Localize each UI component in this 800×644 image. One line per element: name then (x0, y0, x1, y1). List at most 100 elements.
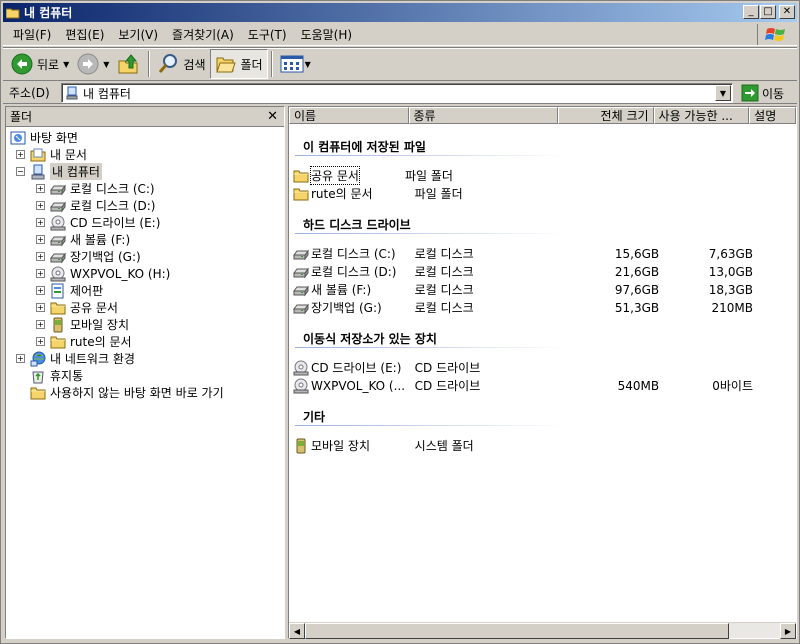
list-item[interactable]: 장기백업 (G:) 로컬 디스크 51,3GB 210MB (293, 299, 753, 316)
column-total-size[interactable]: 전체 크기 (557, 107, 654, 124)
tree-item[interactable]: WXPVOL_KO (H:) (50, 265, 170, 282)
expand-icon[interactable]: + (36, 218, 45, 227)
tree-item[interactable]: 내 컴퓨터 (30, 163, 102, 180)
menu-edit[interactable]: 편집(E) (58, 26, 111, 43)
expand-icon[interactable]: + (36, 252, 45, 261)
list-item[interactable]: WXPVOL_KO (... CD 드라이브 540MB 0바이트 (293, 377, 753, 394)
hard-drive-icon (50, 249, 66, 265)
expand-icon[interactable]: + (16, 150, 25, 159)
item-type: 시스템 폴더 (414, 439, 474, 453)
list-item[interactable]: rute의 문서 파일 폴더 (293, 185, 753, 202)
content-pane: 이름 종류 전체 크기 사용 가능한 ... 설명 이 컴퓨터에 저장된 파일공… (288, 106, 797, 639)
cd-drive-icon (50, 266, 66, 282)
expand-icon[interactable]: + (36, 235, 45, 244)
tree-item[interactable]: 내 네트워크 환경 (30, 350, 135, 367)
scroll-left-button[interactable]: ◀ (289, 623, 305, 639)
close-button[interactable]: ✕ (779, 5, 795, 19)
tree-item[interactable]: 사용하지 않는 바탕 화면 바로 가기 (30, 384, 224, 401)
list-item[interactable]: 로컬 디스크 (C:) 로컬 디스크 15,6GB 7,63GB (293, 245, 753, 262)
forward-button[interactable]: ▼ (73, 49, 113, 79)
menu-tools[interactable]: 도구(T) (241, 26, 294, 43)
item-type: 로컬 디스크 (414, 283, 474, 297)
expand-icon[interactable]: + (36, 303, 45, 312)
group-divider (295, 425, 565, 426)
folders-button[interactable]: 폴더 (209, 49, 268, 79)
scroll-right-button[interactable]: ▶ (780, 623, 796, 639)
list-item[interactable]: 새 볼륨 (F:) 로컬 디스크 97,6GB 18,3GB (293, 281, 753, 298)
list-item[interactable]: 로컬 디스크 (D:) 로컬 디스크 21,6GB 13,0GB (293, 263, 753, 280)
menu-file[interactable]: 파일(F) (3, 26, 58, 43)
tree-item[interactable]: CD 드라이브 (E:) (50, 214, 160, 231)
expand-icon[interactable]: + (36, 337, 45, 346)
item-total-size: 97,6GB (614, 282, 660, 297)
minimize-button[interactable]: _ (743, 5, 759, 19)
menu-view[interactable]: 보기(V) (111, 26, 165, 43)
tree-item[interactable]: 로컬 디스크 (C:) (50, 180, 155, 197)
views-button[interactable]: ▼ (276, 49, 315, 79)
tree-item[interactable]: 모바일 장치 (50, 316, 129, 333)
chevron-down-icon[interactable]: ▼ (103, 60, 109, 69)
address-input[interactable]: 내 컴퓨터 ▼ (61, 83, 733, 103)
expand-icon[interactable]: + (36, 286, 45, 295)
column-free-space[interactable]: 사용 가능한 ... (653, 107, 750, 124)
column-type[interactable]: 종류 (408, 107, 558, 124)
chevron-down-icon[interactable]: ▼ (305, 60, 311, 69)
item-total-size: 15,6GB (614, 246, 660, 261)
chevron-down-icon[interactable]: ▼ (63, 60, 69, 69)
column-description[interactable]: 설명 (749, 107, 796, 124)
menu-bar: 파일(F) 편집(E) 보기(V) 즐겨찾기(A) 도구(T) 도움말(H) (3, 24, 797, 46)
tree-item[interactable]: 장기백업 (G:) (50, 248, 141, 265)
folder-pane-header: 폴더 ✕ (6, 107, 284, 127)
horizontal-scrollbar[interactable]: ◀ ▶ (289, 622, 796, 639)
folder-icon (6, 8, 20, 18)
expand-icon[interactable]: + (36, 269, 45, 278)
collapse-icon[interactable]: − (16, 167, 25, 176)
group-title: 하드 디스크 드라이브 (303, 218, 411, 232)
tree-item-label: 내 문서 (50, 148, 87, 162)
close-icon[interactable]: ✕ (267, 109, 278, 124)
tree-item[interactable]: 내 문서 (30, 146, 87, 163)
group-title: 이 컴퓨터에 저장된 파일 (303, 140, 426, 154)
list-item[interactable]: 공유 문서 파일 폴더 (293, 166, 753, 185)
tree-item[interactable]: 휴지통 (30, 367, 83, 384)
scroll-thumb[interactable] (305, 623, 729, 639)
folder-pane-title: 폴더 (10, 110, 33, 124)
back-button[interactable]: 뒤로 ▼ (7, 49, 73, 79)
expand-icon[interactable]: + (36, 201, 45, 210)
tree-item-label: 로컬 디스크 (C:) (70, 182, 155, 196)
folder-icon (50, 334, 66, 350)
up-folder-button[interactable] (113, 49, 145, 79)
item-free-space: 7,63GB (708, 246, 753, 261)
tree-item[interactable]: 바탕 화면 (10, 129, 78, 146)
window-title: 내 컴퓨터 (24, 6, 73, 20)
tree-item[interactable]: 제어판 (50, 282, 103, 299)
expand-icon[interactable]: + (36, 320, 45, 329)
expand-icon[interactable]: + (16, 354, 25, 363)
cd-drive-icon (293, 360, 309, 376)
search-button[interactable]: 검색 (153, 49, 209, 79)
expand-icon[interactable]: + (36, 184, 45, 193)
maximize-button[interactable]: □ (760, 5, 776, 19)
column-name[interactable]: 이름 (289, 107, 409, 124)
menu-favorites[interactable]: 즐겨찾기(A) (165, 26, 241, 43)
menu-help[interactable]: 도움말(H) (294, 26, 360, 43)
cd-drive-icon (293, 378, 309, 394)
title-bar[interactable]: 내 컴퓨터 _ □ ✕ (3, 3, 797, 22)
item-type: 로컬 디스크 (414, 247, 474, 261)
tree-item[interactable]: 공유 문서 (50, 299, 118, 316)
list-item[interactable]: CD 드라이브 (E:) CD 드라이브 (293, 359, 753, 376)
address-dropdown-button[interactable]: ▼ (715, 85, 731, 101)
tree-item[interactable]: rute의 문서 (50, 333, 132, 350)
tree-item[interactable]: 새 볼륨 (F:) (50, 231, 130, 248)
tree-item[interactable]: 로컬 디스크 (D:) (50, 197, 155, 214)
list-item[interactable]: 모바일 장치 시스템 폴더 (293, 437, 753, 454)
tree-item-label: 새 볼륨 (F:) (70, 233, 131, 247)
column-header: 이름 종류 전체 크기 사용 가능한 ... 설명 (289, 107, 796, 124)
item-type: 로컬 디스크 (414, 265, 474, 279)
go-button[interactable]: 이동 (741, 84, 784, 102)
item-name: 공유 문서 (310, 166, 360, 185)
up-folder-icon (118, 54, 138, 74)
folder-icon (293, 168, 309, 184)
item-free-space: 210MB (711, 300, 754, 315)
item-total-size: 540MB (617, 378, 660, 393)
